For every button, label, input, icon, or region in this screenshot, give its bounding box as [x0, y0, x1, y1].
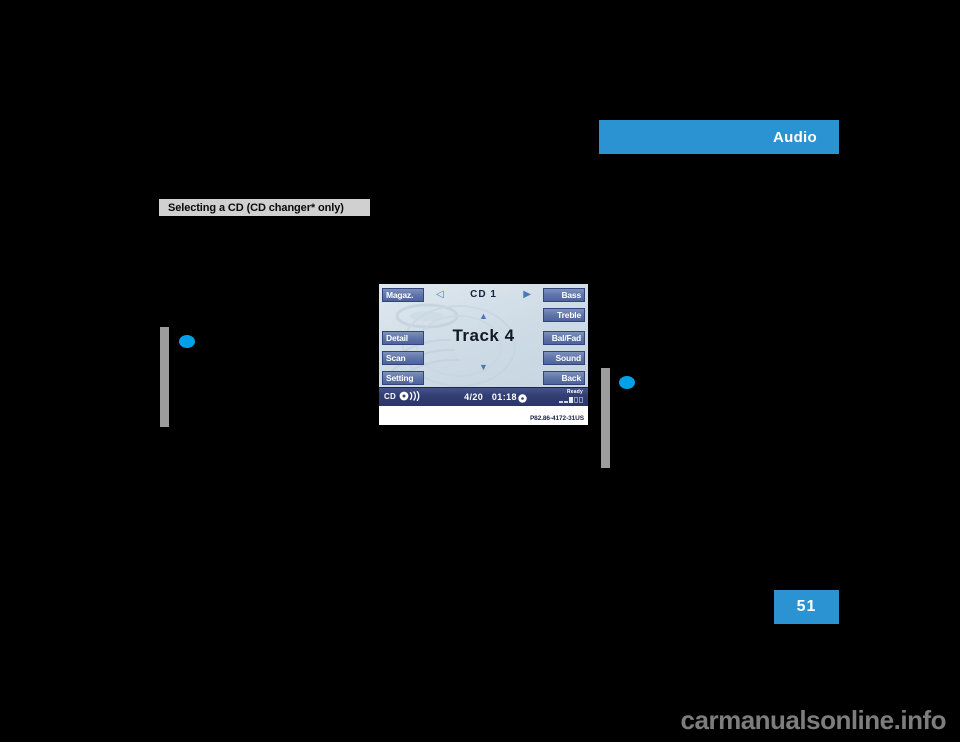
bullet-marker-left — [179, 335, 195, 348]
softkey-detail[interactable]: Detail — [382, 331, 424, 345]
softkey-back[interactable]: Back — [543, 371, 585, 385]
column-rule-right — [601, 368, 610, 468]
softkey-sound-label: Sound — [555, 353, 582, 363]
current-track-label: Track 4 — [452, 326, 515, 345]
status-elapsed-time: 01:18 — [491, 392, 517, 402]
page-number-label: 51 — [796, 598, 817, 615]
magazine-slot — [574, 397, 578, 403]
softkey-detail-label: Detail — [386, 333, 408, 343]
figure-caption: P82.86-4172-31US — [529, 415, 584, 422]
comand-screen: Magaz. Detail Scan Setting Bass Treble B… — [379, 284, 588, 406]
magazine-slot — [559, 401, 563, 403]
softkey-balance-fader[interactable]: Bal/Fad — [543, 331, 585, 345]
comand-display-figure: Magaz. Detail Scan Setting Bass Treble B… — [379, 284, 588, 425]
section-heading: Selecting a CD (CD changer* only) — [159, 199, 370, 216]
magazine-slot — [579, 397, 583, 403]
section-tab-audio: Audio — [599, 120, 839, 154]
document-page: Audio Selecting a CD (CD changer* only) — [0, 0, 960, 742]
page-number-block: 51 — [774, 590, 839, 624]
magazine-slot — [569, 397, 573, 403]
status-playback-info: 4/20 01:18 — [379, 392, 588, 402]
site-watermark: carmanualsonline.info — [680, 705, 947, 735]
softkey-balance-fader-label: Bal/Fad — [551, 333, 582, 343]
previous-cd-arrow-icon[interactable]: ◁ — [436, 290, 444, 300]
section-tab-label: Audio — [773, 128, 817, 146]
section-heading-text: Selecting a CD (CD changer* only) — [168, 201, 344, 214]
magazine-slot — [564, 401, 568, 403]
softkey-scan-label: Scan — [386, 353, 406, 363]
comand-screen-content: Magaz. Detail Scan Setting Bass Treble B… — [379, 284, 588, 388]
softkey-setting-label: Setting — [386, 373, 414, 383]
magazine-status: Ready — [559, 389, 583, 403]
bullet-marker-right — [619, 376, 635, 389]
next-cd-arrow-icon[interactable]: ▶ — [523, 290, 531, 300]
column-rule-left — [160, 327, 169, 427]
disc-icon — [518, 394, 527, 403]
magazine-slot-indicator — [559, 395, 583, 403]
next-track-arrow-icon[interactable]: ▼ — [379, 363, 588, 372]
status-track-position: 4/20 — [464, 392, 484, 402]
softkey-setting[interactable]: Setting — [382, 371, 424, 385]
softkey-back-label: Back — [561, 373, 581, 383]
comand-status-bar: CD 4/20 01:18 Ready — [379, 387, 588, 406]
current-cd-label: CD 1 — [470, 289, 497, 300]
previous-track-arrow-icon[interactable]: ▲ — [379, 312, 588, 321]
